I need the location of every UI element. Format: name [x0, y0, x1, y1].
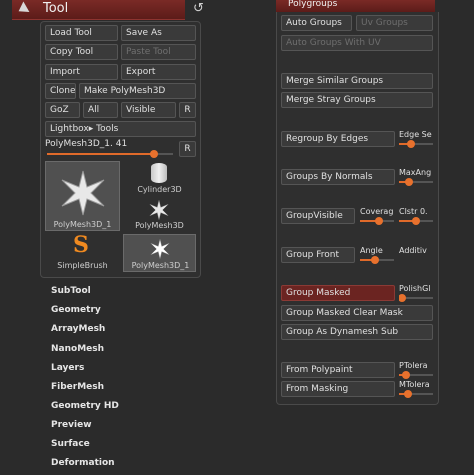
- all-button[interactable]: All: [83, 102, 118, 118]
- edge-slider[interactable]: Edge Se: [399, 130, 435, 148]
- paste-tool-button[interactable]: Paste Tool: [121, 44, 196, 60]
- auto-groups-with-uv-button[interactable]: Auto Groups With UV: [281, 35, 433, 51]
- coverage-slider-knob[interactable]: [374, 217, 383, 225]
- thumb-polymesh3d[interactable]: PolyMesh3D: [123, 198, 196, 231]
- from-polypaint-button[interactable]: From Polypaint: [281, 362, 395, 378]
- thumb-label: SimpleBrush: [57, 261, 108, 270]
- mtolera-slider-label: MTolera: [399, 380, 430, 389]
- angle-slider[interactable]: Angle: [360, 246, 396, 264]
- subpalette-layers[interactable]: Layers: [51, 363, 84, 373]
- simplebrush-icon: S: [73, 232, 89, 258]
- clstr-slider-label: Clstr 0.: [399, 207, 428, 216]
- additive-slider[interactable]: Additiv: [399, 246, 435, 264]
- subpalette-geometry[interactable]: Geometry: [51, 305, 101, 315]
- maxang-slider-knob[interactable]: [405, 178, 414, 186]
- polygroups-panel: Auto Groups Uv Groups Auto Groups With U…: [276, 12, 439, 405]
- thumb-label: PolyMesh3D: [135, 221, 184, 230]
- mtolera-slider[interactable]: MTolera: [399, 380, 435, 398]
- current-tool-fill: [47, 153, 155, 155]
- star-icon: [149, 200, 169, 220]
- polishgl-slider[interactable]: PolishGl: [399, 284, 435, 302]
- coverage-slider[interactable]: Coverag: [360, 207, 396, 225]
- from-masking-button[interactable]: From Masking: [281, 381, 395, 397]
- subpalette-fibermesh[interactable]: FiberMesh: [51, 382, 104, 392]
- thumb-cylinder3d[interactable]: Cylinder3D: [123, 161, 196, 196]
- thumb-label: PolyMesh3D_1: [131, 261, 190, 270]
- additive-slider-label: Additiv: [399, 246, 427, 255]
- thumb-simplebrush[interactable]: S SimpleBrush: [45, 232, 120, 272]
- subpalette-surface[interactable]: Surface: [51, 439, 90, 449]
- maxang-slider-label: MaxAng: [399, 168, 432, 177]
- star-icon: [150, 239, 170, 259]
- star-icon: [61, 170, 105, 216]
- angle-slider-knob[interactable]: [371, 256, 380, 264]
- lightbox-tools-button[interactable]: Lightbox▸ Tools: [45, 121, 196, 137]
- subpalette-arraymesh[interactable]: ArrayMesh: [51, 324, 105, 334]
- group-visible-button[interactable]: GroupVisible: [281, 208, 355, 224]
- r-button-2[interactable]: R: [179, 141, 196, 157]
- subpalette-preview[interactable]: Preview: [51, 420, 92, 430]
- groups-by-normals-button[interactable]: Groups By Normals: [281, 169, 395, 185]
- current-tool-label: PolyMesh3D_1. 41: [45, 139, 128, 149]
- edge-slider-label: Edge Se: [399, 130, 432, 139]
- import-button[interactable]: Import: [45, 64, 118, 80]
- clstr-slider[interactable]: Clstr 0.: [399, 207, 435, 225]
- clone-button[interactable]: Clone: [45, 83, 76, 99]
- group-masked-button[interactable]: Group Masked: [281, 285, 395, 301]
- subpalette-deformation[interactable]: Deformation: [51, 458, 115, 468]
- tool-palette-header[interactable]: Tool: [12, 0, 185, 20]
- uv-groups-button[interactable]: Uv Groups: [356, 15, 433, 31]
- thumb-polymesh3d-1[interactable]: PolyMesh3D_1: [45, 161, 120, 231]
- thumb-label: PolyMesh3D_1: [53, 220, 112, 229]
- current-tool-track[interactable]: [47, 150, 173, 158]
- ptolera-slider[interactable]: PTolera: [399, 361, 435, 379]
- mtolera-slider-knob[interactable]: [403, 390, 412, 398]
- cylinder-icon: [151, 163, 167, 183]
- visible-button[interactable]: Visible: [121, 102, 176, 118]
- palette-grip-icon: [15, 1, 30, 17]
- polishgl-slider-knob[interactable]: [399, 294, 407, 302]
- regroup-by-edges-button[interactable]: Regroup By Edges: [281, 131, 395, 147]
- polishgl-slider-label: PolishGl: [399, 284, 431, 293]
- polygroups-header[interactable]: Polygroups: [276, 0, 435, 12]
- coverage-slider-label: Coverag: [360, 207, 394, 216]
- polygroups-title: Polygroups: [288, 0, 338, 9]
- ptolera-slider-label: PTolera: [399, 361, 428, 370]
- subpalette-geometry-hd[interactable]: Geometry HD: [51, 401, 119, 411]
- edge-slider-knob[interactable]: [406, 140, 415, 148]
- load-tool-button[interactable]: Load Tool: [45, 25, 118, 41]
- angle-slider-label: Angle: [360, 246, 383, 255]
- merge-similar-groups-button[interactable]: Merge Similar Groups: [281, 73, 433, 89]
- r-button[interactable]: R: [179, 102, 196, 118]
- ptolera-slider-knob[interactable]: [401, 371, 410, 379]
- thumb-polymesh3d-1-b[interactable]: PolyMesh3D_1: [123, 234, 196, 272]
- current-tool-knob[interactable]: [150, 150, 159, 158]
- tool-panel: Load Tool Save As Copy Tool Paste Tool I…: [40, 21, 201, 278]
- group-front-button[interactable]: Group Front: [281, 247, 355, 263]
- subpalette-nanomesh[interactable]: NanoMesh: [51, 344, 104, 354]
- refresh-icon[interactable]: ↺: [193, 1, 204, 16]
- tool-palette-title: Tool: [43, 1, 69, 16]
- goz-button[interactable]: GoZ: [45, 102, 80, 118]
- merge-stray-groups-button[interactable]: Merge Stray Groups: [281, 92, 433, 108]
- make-polymesh-button[interactable]: Make PolyMesh3D: [79, 83, 196, 99]
- thumb-label: Cylinder3D: [137, 185, 182, 194]
- maxang-slider[interactable]: MaxAng: [399, 168, 435, 186]
- current-tool-slider[interactable]: PolyMesh3D_1. 41: [45, 139, 175, 158]
- group-as-dynamesh-sub-button[interactable]: Group As Dynamesh Sub: [281, 324, 433, 340]
- clstr-slider-knob[interactable]: [412, 217, 420, 225]
- auto-groups-button[interactable]: Auto Groups: [281, 15, 352, 31]
- copy-tool-button[interactable]: Copy Tool: [45, 44, 118, 60]
- export-button[interactable]: Export: [121, 64, 196, 80]
- group-masked-clear-mask-button[interactable]: Group Masked Clear Mask: [281, 305, 433, 321]
- save-as-button[interactable]: Save As: [121, 25, 196, 41]
- subpalette-subtool[interactable]: SubTool: [51, 286, 91, 296]
